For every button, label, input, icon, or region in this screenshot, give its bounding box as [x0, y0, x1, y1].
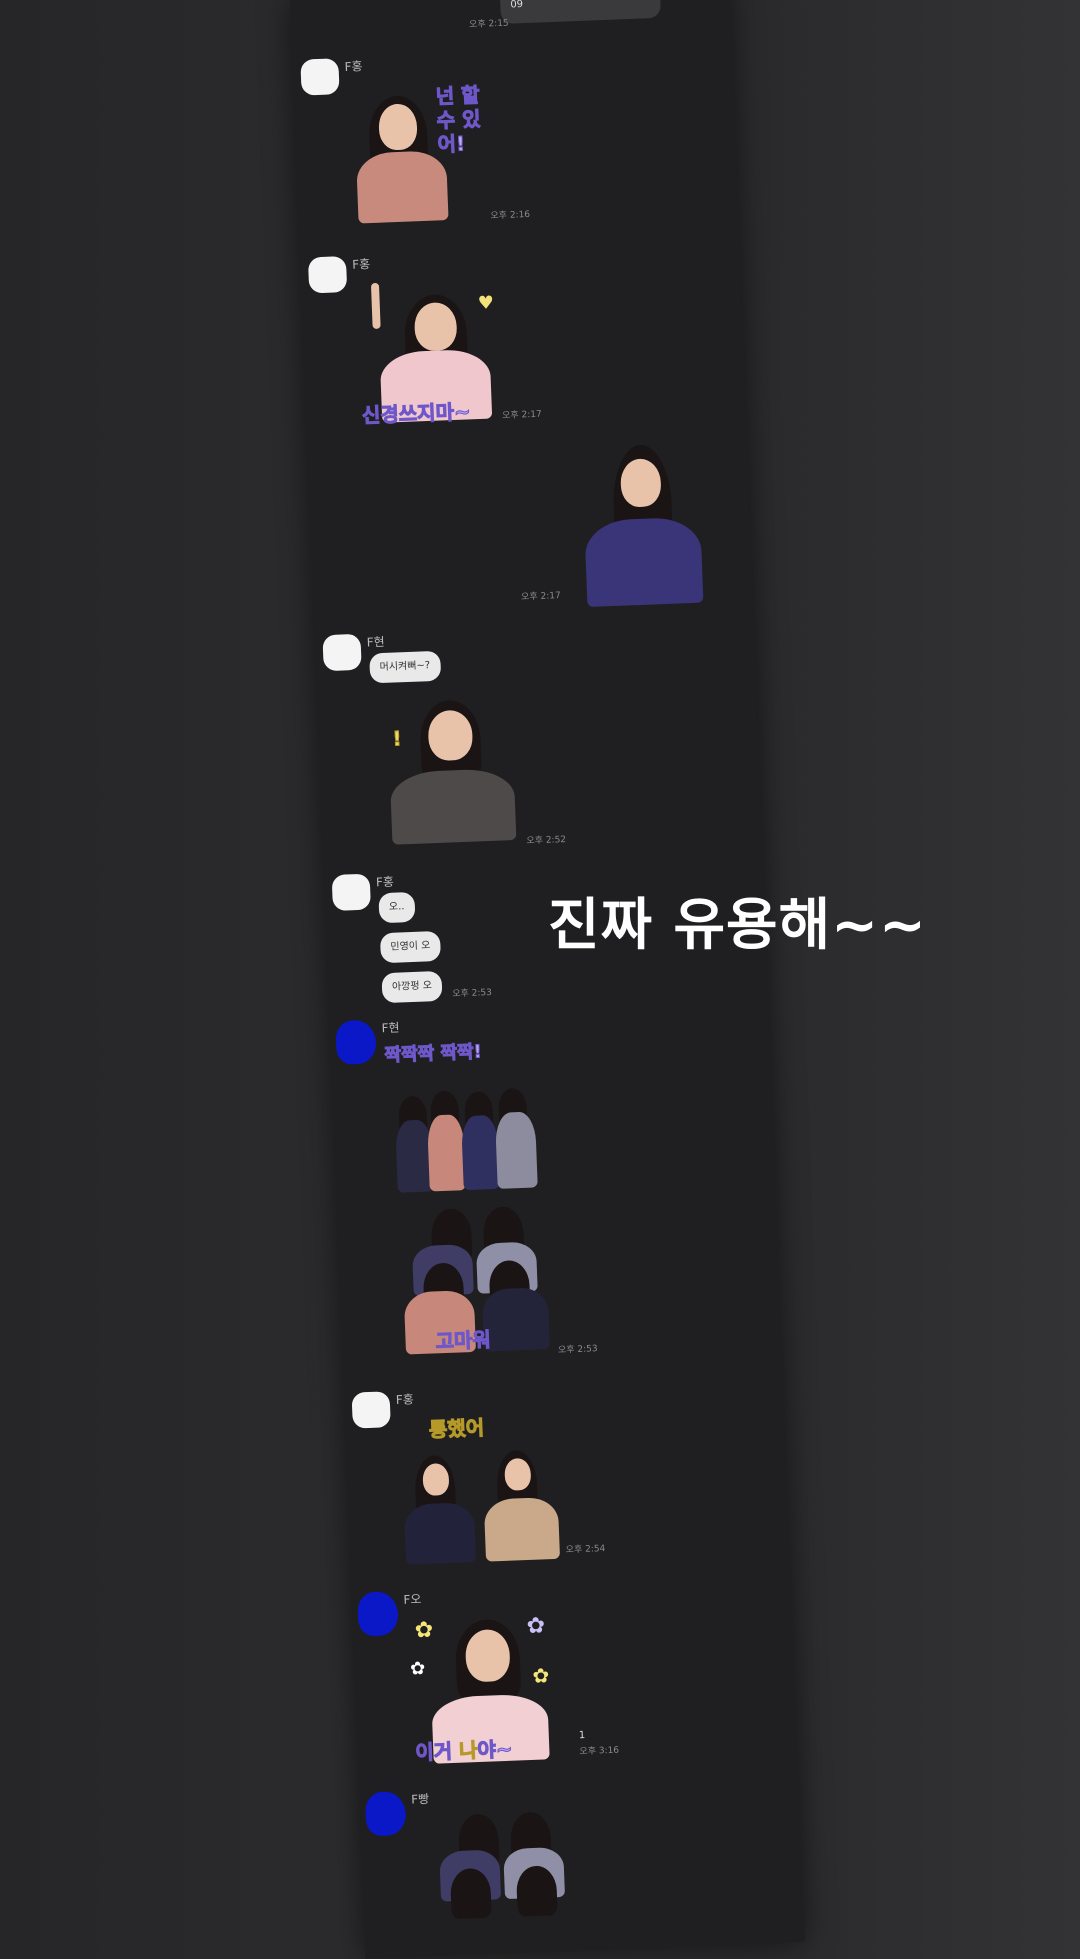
sender-avatar[interactable]	[307, 256, 348, 294]
message-bubble[interactable]: 오..	[378, 891, 416, 924]
flower-icon: ✿	[409, 1658, 426, 1680]
sticker-image[interactable]: 고마워	[390, 1201, 556, 1357]
sticker-caption: 고마워	[435, 1327, 492, 1354]
sender-avatar-redacted[interactable]	[335, 1019, 377, 1065]
sender-name: F현	[366, 634, 385, 650]
flower-icon: ✿	[532, 1663, 550, 1688]
sticker-image[interactable]: 짝짝짝 짝짝!	[384, 1035, 550, 1201]
sender-avatar[interactable]	[300, 58, 340, 96]
message-bubble[interactable]: 민영이 오	[379, 930, 441, 964]
sender-name: F홍	[351, 257, 371, 272]
sender-avatar[interactable]	[322, 633, 362, 672]
sender-name: F홍	[344, 59, 363, 74]
sender-name: F홍	[395, 1392, 415, 1407]
message-time: 오후 3:16	[579, 1745, 620, 1758]
chat-screenshot-panel: 09 오후 2:15 F홍 넌 할수 있어! 오후 2:16 F홍 ♥ 신경쓰지…	[290, 0, 805, 1959]
sticker-caption: 신경쓰지마~	[361, 399, 472, 428]
sender-avatar-redacted[interactable]	[364, 1790, 407, 1837]
sender-name: F빵	[410, 1791, 430, 1807]
sender-avatar-redacted[interactable]	[357, 1591, 399, 1637]
sticker-caption: 짝짝짝 짝짝!	[384, 1041, 483, 1067]
sticker-image[interactable]: 통했어	[398, 1409, 564, 1565]
sender-name: F현	[381, 1020, 400, 1036]
sticker-image[interactable]: !	[371, 692, 527, 848]
sticker-caption: 통했어	[428, 1415, 485, 1442]
sender-avatar[interactable]	[331, 873, 371, 912]
message-bubble[interactable]: 머시켜뻐~?	[369, 650, 441, 684]
sender-name: F홍	[375, 874, 395, 890]
message-time: 오후 2:17	[520, 591, 561, 603]
caption-overlay: 진짜 유용해~~	[548, 893, 927, 958]
sticker-image[interactable]: ✿ ✿ ✿ ✿ 이거 나야~	[406, 1607, 572, 1773]
own-message-bubble[interactable]: 09	[499, 0, 661, 24]
sticker-caption: 넌 할수 있어!	[435, 82, 482, 157]
own-sticker-image[interactable]	[577, 443, 704, 608]
flower-icon: ✿	[526, 1613, 546, 1640]
sticker-caption: 이거 나야~	[414, 1736, 514, 1765]
sticker-mark: !	[391, 726, 403, 751]
message-time: 오후 2:52	[526, 835, 567, 847]
sticker-image[interactable]: ♥ 신경쓰지마~	[355, 278, 511, 434]
message-bubble[interactable]: 아깡펑 오	[381, 970, 443, 1004]
message-time: 오후 2:53	[452, 987, 493, 1000]
message-time: 오후 2:17	[501, 409, 542, 422]
sender-avatar[interactable]	[351, 1391, 391, 1429]
unread-count: 1	[578, 1729, 586, 1742]
flower-icon: ✿	[414, 1617, 434, 1644]
message-time: 오후 2:53	[557, 1344, 598, 1356]
sticker-image[interactable]	[414, 1806, 578, 1932]
message-time: 오후 2:16	[490, 209, 531, 222]
message-time: 오후 2:54	[565, 1544, 606, 1556]
heart-icon: ♥	[477, 292, 495, 315]
message-time: 오후 2:15	[468, 18, 509, 31]
sender-name: F오	[403, 1592, 422, 1607]
sticker-image[interactable]: 넌 할수 있어!	[347, 78, 503, 234]
